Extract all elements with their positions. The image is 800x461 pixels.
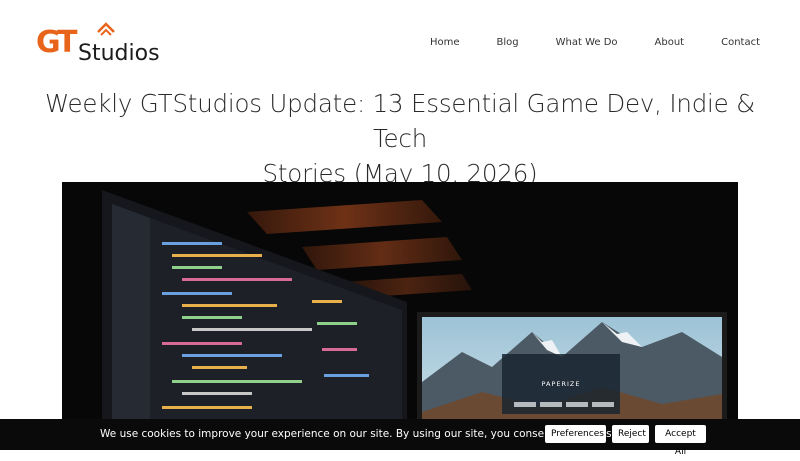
nav-blog[interactable]: Blog <box>497 37 519 48</box>
cookie-preferences-button[interactable]: Preferences <box>545 425 606 443</box>
hero-image: PAPERIZE <box>62 182 738 450</box>
page-title: Weekly GTStudios Update: 13 Essential Ga… <box>40 86 760 191</box>
logo-word: Studios <box>78 41 160 66</box>
nav-about[interactable]: About <box>655 37 685 48</box>
cookie-banner: We use cookies to improve your experienc… <box>0 419 800 457</box>
nav-home[interactable]: Home <box>430 37 460 48</box>
cookie-accept-button[interactable]: Accept All <box>655 425 706 457</box>
cookie-reject-button[interactable]: Reject <box>612 425 649 443</box>
title-line-1: Weekly GTStudios Update: 13 Essential Ga… <box>44 89 756 153</box>
logo-t: T <box>57 25 78 60</box>
site-header: G T Studios Home Blog What We Do About C… <box>0 0 800 80</box>
hero-photo: PAPERIZE <box>62 182 738 450</box>
nav-contact[interactable]: Contact <box>721 37 760 48</box>
site-logo[interactable]: G T Studios <box>36 20 176 68</box>
nav-what-we-do[interactable]: What We Do <box>556 37 618 48</box>
cookie-message: We use cookies to improve your experienc… <box>100 428 615 440</box>
main-nav: Home Blog What We Do About Contact <box>430 37 760 48</box>
screen-title: PAPERIZE <box>542 380 581 388</box>
